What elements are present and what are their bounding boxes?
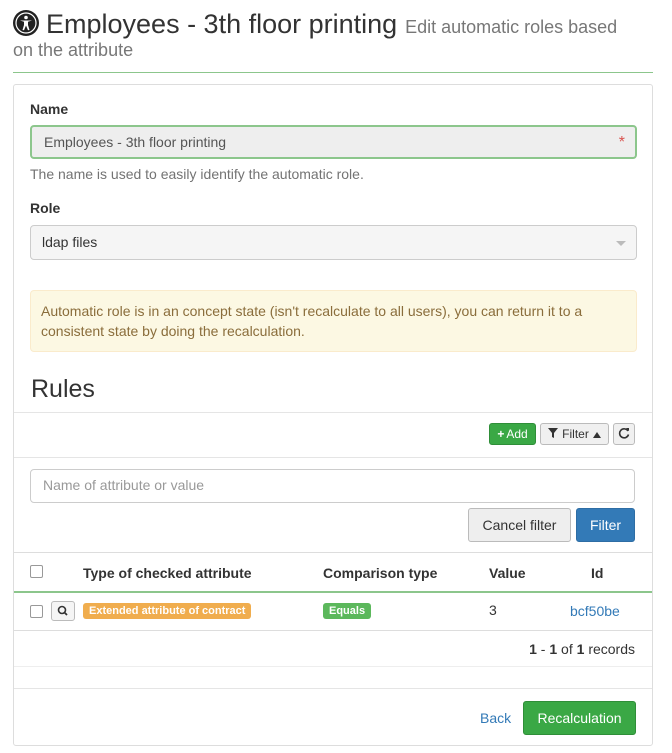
role-select-value: ldap files [42, 234, 98, 250]
filter-input[interactable]: Name of attribute or value [30, 469, 635, 503]
table-row[interactable]: Extended attribute of contract Equals 3 … [14, 593, 652, 631]
role-select[interactable]: ldap files [30, 225, 637, 260]
detail-button[interactable] [51, 601, 75, 621]
panel-footer: Back Recalculation [14, 688, 652, 746]
column-value[interactable]: Value [489, 565, 526, 581]
apply-filter-button[interactable]: Filter [576, 508, 635, 542]
pagination-info: 1 - 1 of 1 records [14, 631, 652, 667]
rules-toolbar: + Add Filter [14, 412, 652, 458]
rules-title: Rules [31, 375, 95, 403]
filter-area: Name of attribute or value Cancel filter… [14, 458, 652, 552]
records-label: records [588, 641, 635, 657]
records-of: of [561, 641, 573, 657]
alert-text: Automatic role is in an concept state (i… [41, 303, 583, 339]
search-icon [57, 605, 68, 616]
cancel-filter-button[interactable]: Cancel filter [468, 508, 571, 542]
column-id[interactable]: Id [591, 565, 603, 581]
add-rule-label: Add [506, 427, 528, 441]
concept-state-alert: Automatic role is in an concept state (i… [30, 290, 637, 352]
records-to: 1 [549, 641, 558, 657]
automatic-role-panel: Name Employees - 3th floor printing * Th… [13, 84, 653, 746]
records-from: 1 [529, 641, 537, 657]
required-marker: * [618, 134, 625, 151]
select-all-checkbox[interactable] [30, 565, 43, 578]
name-field[interactable]: Employees - 3th floor printing * [30, 125, 637, 159]
back-link[interactable]: Back [480, 710, 511, 726]
plus-icon: + [497, 427, 505, 441]
refresh-button[interactable] [613, 423, 635, 445]
name-help-text: The name is used to easily identify the … [30, 166, 364, 182]
accessibility-icon [13, 10, 39, 36]
rules-table: Type of checked attribute Comparison typ… [14, 552, 652, 631]
row-checkbox[interactable] [30, 605, 43, 618]
name-field-value: Employees - 3th floor printing [44, 134, 227, 150]
role-label: Role [30, 200, 61, 216]
comparison-type-badge: Equals [323, 603, 372, 619]
records-sep: - [540, 641, 546, 657]
filter-toggle-label: Filter [562, 427, 589, 441]
rule-value: 3 [489, 602, 497, 618]
name-label: Name [30, 101, 69, 117]
page-title: Employees - 3th floor printing Edit auto… [46, 8, 656, 44]
records-count: 1 - 1 of 1 records [529, 641, 635, 657]
filter-input-placeholder: Name of attribute or value [43, 477, 205, 493]
page-subtitle: Edit automatic roles based [405, 17, 618, 37]
recalculation-button[interactable]: Recalculation [523, 701, 636, 735]
chevron-down-icon [616, 241, 626, 246]
rule-id-link[interactable]: bcf50be [570, 603, 620, 619]
attribute-type-badge: Extended attribute of contract [83, 603, 252, 619]
page-header: Employees - 3th floor printing Edit auto… [13, 6, 653, 73]
filter-icon [548, 427, 559, 441]
add-rule-button[interactable]: + Add [489, 423, 536, 445]
records-total: 1 [576, 641, 585, 657]
page-subtitle-continued: on the attribute [13, 40, 134, 60]
refresh-icon [618, 427, 630, 442]
table-header: Type of checked attribute Comparison typ… [14, 553, 652, 593]
caret-up-icon [592, 427, 601, 441]
column-type[interactable]: Type of checked attribute [83, 565, 252, 581]
page-title-text: Employees - 3th floor printing [46, 9, 398, 39]
filter-toggle-button[interactable]: Filter [540, 423, 609, 445]
column-comparison[interactable]: Comparison type [323, 565, 437, 581]
